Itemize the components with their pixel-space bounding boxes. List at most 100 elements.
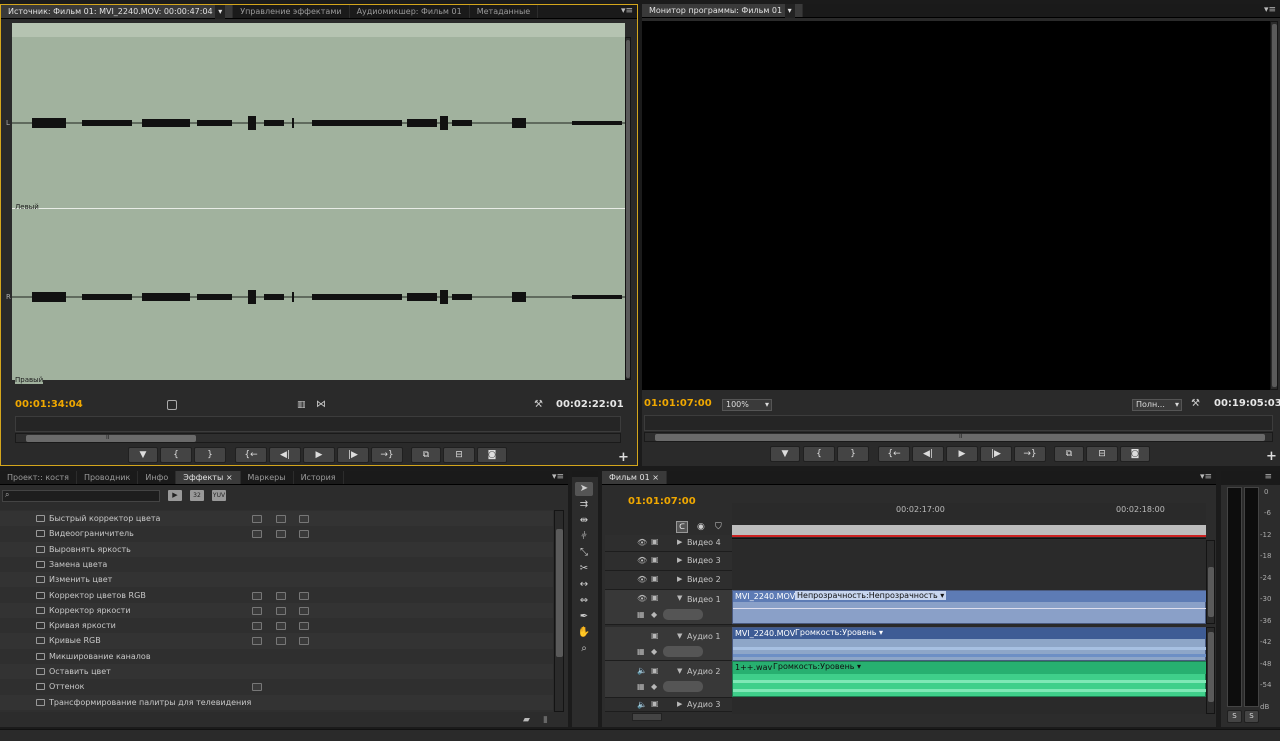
program-vertical-scrollbar[interactable] [1270,21,1278,390]
waveform-view[interactable]: Левый Правый [12,23,625,384]
lift-button[interactable]: ⧉ [1054,446,1084,462]
go-to-out-button[interactable]: →} [371,447,403,463]
step-back-button[interactable]: ◀| [912,446,944,462]
tab-effect-controls[interactable]: Управление эффектами [233,5,350,18]
go-to-out-button[interactable]: →} [1014,446,1046,462]
timeline-audio-scrollbar[interactable] [1206,627,1215,714]
effect-list-item[interactable]: Микширование каналов [0,649,553,664]
effect-list-item[interactable]: Кривая яркости [0,618,553,633]
rate-stretch-tool-icon[interactable]: ⤡ [575,546,593,560]
add-button-icon[interactable]: + [618,450,629,465]
tab-history[interactable]: История [294,471,344,484]
tab-program-monitor[interactable]: Монитор программы: Фильм 01 ▾ [642,4,803,18]
export-frame-button[interactable]: ◙ [1120,446,1150,462]
effect-list-item[interactable]: Оттенок [0,679,553,694]
expand-triangle-icon[interactable]: ▼ [677,667,682,675]
keyframe-navigator[interactable] [663,609,703,620]
step-back-button[interactable]: ◀| [269,447,301,463]
overwrite-button[interactable]: ⊟ [443,447,475,463]
expand-triangle-icon[interactable]: ▶ [677,556,682,564]
tab-metadata[interactable]: Метаданные [470,5,539,18]
expand-triangle-icon[interactable]: ▶ [677,575,682,583]
effect-list-item[interactable]: Оставить цвет [0,664,553,680]
effect-list-item[interactable]: Быстрый корректор цвета [0,511,553,527]
go-to-in-button[interactable]: {← [878,446,910,462]
eye-icon[interactable]: 👁 [637,575,647,584]
track-header-video-1[interactable]: 👁 ▣ ▼ Видео 1 ▦ ◆ [605,590,732,625]
step-forward-button[interactable]: |▶ [337,447,369,463]
track-header-audio-1[interactable]: ▣ ▼ Аудио 1 ▦ ◆ [605,627,732,661]
add-marker-button[interactable]: ▼ [128,447,158,463]
step-forward-button[interactable]: |▶ [980,446,1012,462]
solo-right-button[interactable]: S [1244,710,1259,723]
speaker-icon[interactable]: 🔈 [637,666,647,675]
program-current-timecode[interactable]: 01:01:07:00 [644,398,712,409]
display-style-icon[interactable]: ▦ [637,682,645,691]
clip-audio-1[interactable]: MVI_2240.MOV Громкость:Уровень ▾ [732,627,1207,661]
expand-triangle-icon[interactable]: ▶ [677,700,682,708]
yuv-filter-icon[interactable]: YUV [212,490,226,501]
expand-triangle-icon[interactable]: ▶ [677,538,682,546]
effect-list-item[interactable]: Замена цвета [0,557,553,572]
panel-menu-icon[interactable]: ▾≡ [1264,4,1276,17]
clip-fx-dropdown[interactable]: Непрозрачность:Непрозрачность ▾ [795,591,947,600]
lock-icon[interactable]: ▣ [651,574,659,583]
chevron-down-icon[interactable]: ▾ [215,5,226,19]
quality-select[interactable]: Полн... ▾ [1132,399,1182,411]
accelerated-filter-icon[interactable]: ▶ [168,490,182,501]
expand-triangle-icon[interactable]: ▼ [677,632,682,640]
timeline-timecode[interactable]: 01:01:07:00 [628,496,696,507]
keyframe-icon[interactable]: ◆ [651,647,657,656]
tab-effects[interactable]: Эффекты × [176,471,241,484]
sequence-marker-icon[interactable]: ⛉ [715,522,722,532]
mark-out-button[interactable]: } [194,447,226,463]
expand-triangle-icon[interactable]: ▼ [677,594,682,602]
track-header-video-3[interactable]: 👁 ▣ ▶ Видео 3 [605,552,732,571]
32bit-filter-icon[interactable]: 32 [190,490,204,501]
keyframe-navigator[interactable] [663,646,703,657]
marker-icon[interactable]: ◉ [697,522,705,532]
razor-tool-icon[interactable]: ✂ [575,562,593,576]
go-to-in-button[interactable]: {← [235,447,267,463]
lock-icon[interactable]: ▣ [651,666,659,675]
source-zoom-thumb[interactable] [26,435,196,442]
zoom-select[interactable]: 100% ▾ [722,399,772,411]
insert-button[interactable]: ⧉ [411,447,441,463]
tab-sequence[interactable]: Фильм 01 × [602,471,667,484]
tab-audio-mixer[interactable]: Аудиомикшер: Фильм 01 [350,5,470,18]
panel-menu-icon[interactable]: ▾≡ [621,5,633,18]
effect-list-item[interactable]: Трансформирование палитры для телевидени… [0,694,553,710]
program-time-ruler[interactable] [644,415,1273,431]
tab-info[interactable]: Инфо [138,471,177,484]
mark-in-button[interactable]: { [803,446,835,462]
panel-menu-icon[interactable]: ≡ [1264,471,1272,484]
new-bin-icon[interactable]: ▰ [523,715,530,725]
track-header-video-2[interactable]: 👁 ▣ ▶ Видео 2 [605,571,732,590]
keyframe-navigator[interactable] [663,681,703,692]
track-header-video-4[interactable]: 👁 ▣ ▶ Видео 4 [605,535,732,552]
snap-icon[interactable]: ᑕ [676,521,688,533]
slip-tool-icon[interactable]: ↔ [575,578,593,592]
source-current-timecode[interactable]: 00:01:34:04 [15,399,83,410]
clip-audio-2[interactable]: 1++.wav Громкость:Уровень ▾ [732,661,1207,697]
mark-out-button[interactable]: } [837,446,869,462]
tab-project[interactable]: Проект:: костя [0,471,77,484]
safe-margins-icon[interactable] [167,400,177,410]
track-header-audio-2[interactable]: 🔈 ▣ ▼ Аудио 2 ▦ ◆ [605,661,732,698]
selection-tool-icon[interactable]: ➤ [575,482,593,496]
settings-wrench-icon[interactable]: ⚒ [1191,398,1200,409]
work-area-bar[interactable] [732,535,1206,537]
tab-markers[interactable]: Маркеры [241,471,294,484]
play-button[interactable]: ▶ [946,446,978,462]
track-header-audio-3[interactable]: 🔈 ▣ ▶ Аудио 3 [605,698,732,712]
timeline-video-scrollbar[interactable] [1206,540,1215,624]
export-frame-button[interactable]: ◙ [477,447,507,463]
hand-tool-icon[interactable]: ✋ [575,626,593,640]
lock-icon[interactable]: ▣ [651,593,659,602]
source-zoom-scroll[interactable]: II [15,433,621,443]
tab-explorer[interactable]: Проводник [77,471,139,484]
zoom-tool-icon[interactable]: ⌕ [575,642,593,656]
lock-icon[interactable]: ▣ [651,631,659,640]
effect-list-item[interactable]: Корректор цветов RGB [0,588,553,603]
rolling-edit-tool-icon[interactable]: ⫩ [575,530,593,544]
